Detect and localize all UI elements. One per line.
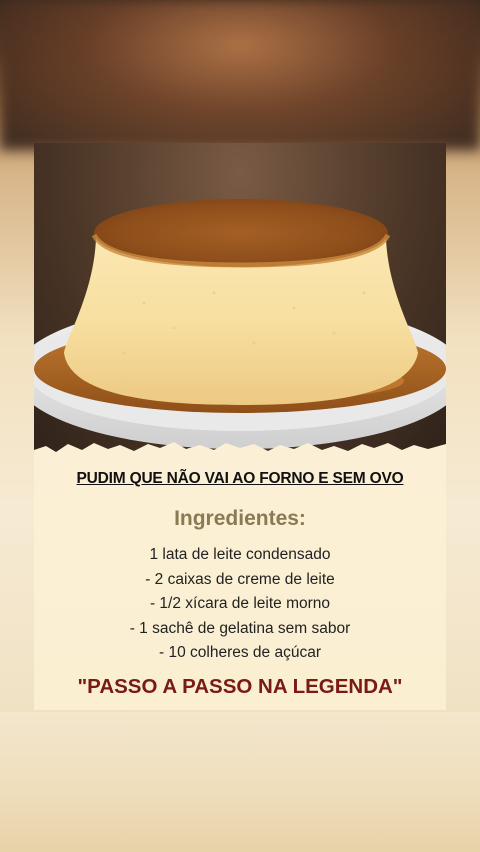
- pudim-illustration: [34, 199, 446, 449]
- recipe-title: PUDIM QUE NÃO VAI AO FORNO E SEM OVO: [76, 470, 404, 487]
- ingredients-heading: Ingredientes:: [174, 507, 306, 530]
- step-by-step-callout: "PASSO A PASSO NA LEGENDA": [77, 675, 403, 698]
- list-item: - 10 colheres de açúcar: [159, 644, 321, 661]
- background-blur-bottom: [0, 712, 480, 852]
- list-item: - 1/2 xícara de leite morno: [149, 595, 331, 612]
- recipe-card: PUDIM QUE NÃO VAI AO FORNO E SEM OVO Ing…: [34, 143, 446, 710]
- list-item: 1 lata de leite condensado: [149, 546, 331, 563]
- list-item: - 2 caixas de creme de leite: [145, 570, 335, 588]
- pudim-photo: [34, 143, 446, 455]
- list-item: - 1 sachê de gelatina sem sabor: [129, 619, 351, 637]
- background-blur-top: [0, 0, 480, 150]
- ingredients-list: 1 lata de leite condensado - 2 caixas de…: [34, 543, 446, 666]
